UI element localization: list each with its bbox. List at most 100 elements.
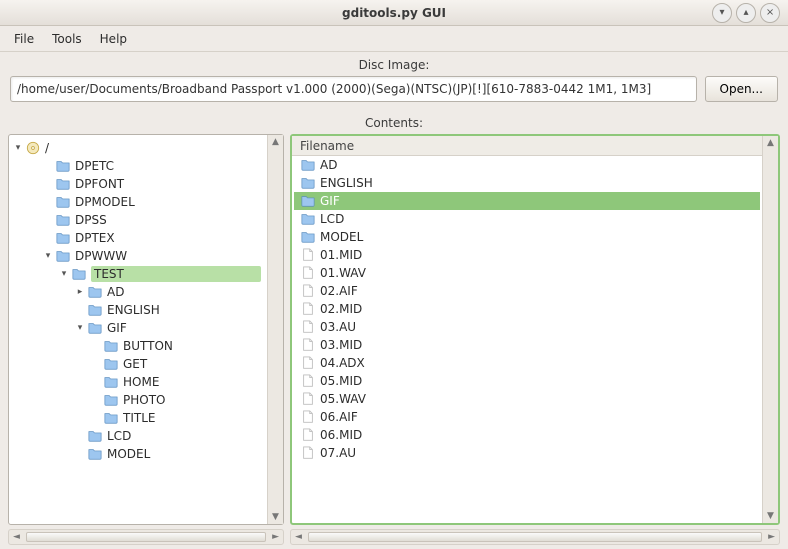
list-item[interactable]: 02.AIF xyxy=(294,282,760,300)
folder-icon xyxy=(300,212,316,226)
folder-icon xyxy=(71,267,87,281)
contents-label: Contents: xyxy=(0,110,788,134)
list-item-label: 05.WAV xyxy=(320,390,756,408)
tree-item-label: BUTTON xyxy=(123,337,261,355)
list-item[interactable]: AD xyxy=(294,156,760,174)
menu-help[interactable]: Help xyxy=(92,29,135,49)
list-item-label: AD xyxy=(320,156,756,174)
list-item[interactable]: 06.MID xyxy=(294,426,760,444)
tree-item[interactable]: DPSS xyxy=(11,211,265,229)
file-icon xyxy=(300,392,316,406)
tree-vertical-scrollbar[interactable]: ▲ ▼ xyxy=(267,135,283,524)
maximize-button[interactable]: ▴ xyxy=(736,3,756,23)
tree-item-label: MODEL xyxy=(107,445,261,463)
tree-item[interactable]: ▸ AD xyxy=(11,283,265,301)
folder-icon xyxy=(55,231,71,245)
list-item-label: 01.WAV xyxy=(320,264,756,282)
list-item[interactable]: 05.MID xyxy=(294,372,760,390)
list-item[interactable]: 04.ADX xyxy=(294,354,760,372)
file-icon xyxy=(300,410,316,424)
list-item[interactable]: 05.WAV xyxy=(294,390,760,408)
file-icon xyxy=(300,428,316,442)
tree-item-label: DPWWW xyxy=(75,247,261,265)
tree-item[interactable]: PHOTO xyxy=(11,391,265,409)
scroll-up-icon: ▲ xyxy=(767,138,774,148)
list-item[interactable]: 01.MID xyxy=(294,246,760,264)
file-icon xyxy=(300,320,316,334)
list-item[interactable]: 01.WAV xyxy=(294,264,760,282)
disc-icon xyxy=(25,141,41,155)
expander-open-icon[interactable]: ▾ xyxy=(73,319,87,337)
expander-closed-icon[interactable]: ▸ xyxy=(73,283,87,301)
list-item-label: 01.MID xyxy=(320,246,756,264)
minimize-button[interactable]: ▾ xyxy=(712,3,732,23)
file-icon xyxy=(300,284,316,298)
expander-open-icon[interactable]: ▾ xyxy=(41,247,55,265)
folder-icon xyxy=(55,177,71,191)
scroll-right-icon: ► xyxy=(768,532,775,542)
tree-item-label: DPSS xyxy=(75,211,261,229)
list-item-label: 05.MID xyxy=(320,372,756,390)
tree-item[interactable]: ▾ DPWWW xyxy=(11,247,265,265)
folder-icon xyxy=(55,213,71,227)
tree-item[interactable]: ▾GIF xyxy=(11,319,265,337)
menu-tools[interactable]: Tools xyxy=(44,29,90,49)
list-vertical-scrollbar[interactable]: ▲ ▼ xyxy=(762,136,778,523)
menubar: File Tools Help xyxy=(0,26,788,52)
tree-horizontal-scrollbar[interactable]: ◄ ► xyxy=(8,529,284,545)
list-item-label: 02.AIF xyxy=(320,282,756,300)
list-item[interactable]: LCD xyxy=(294,210,760,228)
close-button[interactable]: × xyxy=(760,3,780,23)
tree-item[interactable]: ▾ TEST xyxy=(11,265,265,283)
filename-column-header[interactable]: Filename xyxy=(292,136,762,156)
tree-root[interactable]: ▾/ xyxy=(11,139,265,157)
tree-item[interactable]: DPTEX xyxy=(11,229,265,247)
list-item[interactable]: 03.AU xyxy=(294,318,760,336)
expander-open-icon[interactable]: ▾ xyxy=(11,139,25,157)
file-icon xyxy=(300,302,316,316)
folder-icon xyxy=(300,158,316,172)
list-item[interactable]: 06.AIF xyxy=(294,408,760,426)
list-item[interactable]: MODEL xyxy=(294,228,760,246)
tree-item[interactable]: ENGLISH xyxy=(11,301,265,319)
tree-item[interactable]: TITLE xyxy=(11,409,265,427)
list-item-label: 07.AU xyxy=(320,444,756,462)
folder-tree[interactable]: ▾/DPETCDPFONTDPMODELDPSSDPTEX▾DPWWW▾TEST… xyxy=(9,135,267,524)
scroll-thumb[interactable] xyxy=(308,532,762,542)
tree-item-label: TEST xyxy=(91,266,261,282)
list-item[interactable]: GIF xyxy=(294,192,760,210)
tree-item[interactable]: DPMODEL xyxy=(11,193,265,211)
folder-icon xyxy=(87,321,103,335)
tree-item[interactable]: DPETC xyxy=(11,157,265,175)
scroll-thumb[interactable] xyxy=(26,532,266,542)
tree-item-label: AD xyxy=(107,283,261,301)
list-item-label: 03.AU xyxy=(320,318,756,336)
open-button[interactable]: Open... xyxy=(705,76,779,102)
folder-icon xyxy=(300,194,316,208)
folder-icon xyxy=(103,339,119,353)
window-title: gditools.py GUI xyxy=(342,6,446,20)
tree-item-label: LCD xyxy=(107,427,261,445)
list-item-label: GIF xyxy=(320,192,756,210)
folder-icon xyxy=(103,375,119,389)
tree-item[interactable]: MODEL xyxy=(11,445,265,463)
list-item[interactable]: 02.MID xyxy=(294,300,760,318)
tree-item[interactable]: DPFONT xyxy=(11,175,265,193)
folder-icon xyxy=(55,249,71,263)
titlebar[interactable]: gditools.py GUI ▾ ▴ × xyxy=(0,0,788,26)
tree-item-label: DPTEX xyxy=(75,229,261,247)
list-item[interactable]: ENGLISH xyxy=(294,174,760,192)
list-item[interactable]: 03.MID xyxy=(294,336,760,354)
list-item[interactable]: 07.AU xyxy=(294,444,760,462)
file-icon xyxy=(300,248,316,262)
file-list[interactable]: ADENGLISHGIFLCDMODEL01.MID01.WAV02.AIF02… xyxy=(292,156,762,462)
tree-item[interactable]: GET xyxy=(11,355,265,373)
list-horizontal-scrollbar[interactable]: ◄ ► xyxy=(290,529,780,545)
file-icon xyxy=(300,266,316,280)
expander-open-icon[interactable]: ▾ xyxy=(57,265,71,283)
tree-item[interactable]: BUTTON xyxy=(11,337,265,355)
tree-item[interactable]: HOME xyxy=(11,373,265,391)
menu-file[interactable]: File xyxy=(6,29,42,49)
disc-path-input[interactable] xyxy=(10,76,697,102)
tree-item[interactable]: LCD xyxy=(11,427,265,445)
